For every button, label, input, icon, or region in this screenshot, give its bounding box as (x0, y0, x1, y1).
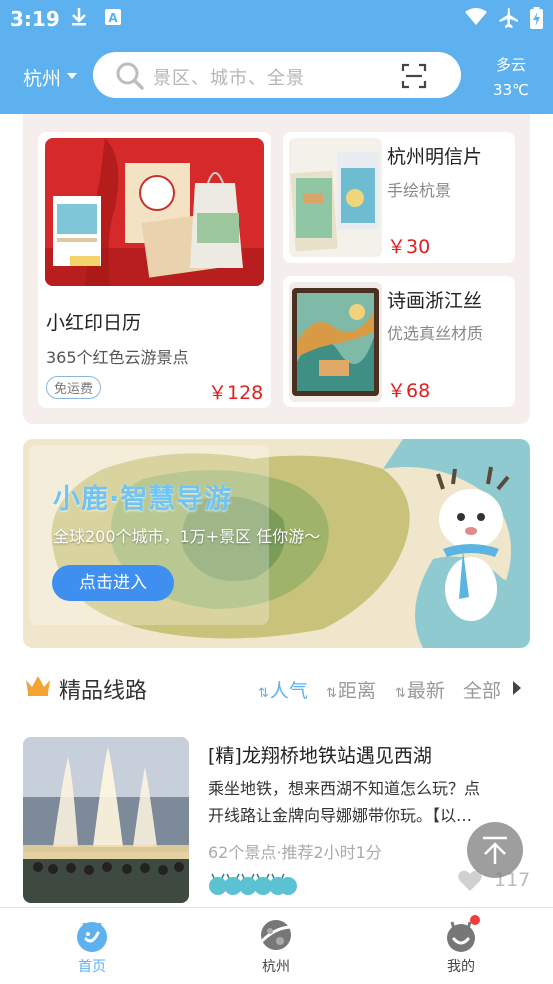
arrow-up-icon (483, 836, 507, 864)
search-placeholder: 景区、城市、全景 (153, 68, 305, 89)
featured-routes-header: 精品线路 ⇅人气 ⇅距离 ⇅最新 全部 (0, 665, 553, 709)
nav-label: 我的 (447, 959, 475, 975)
product-card[interactable]: 诗画浙江丝 优选真丝材质 ￥68 (283, 276, 515, 407)
sort-popularity[interactable]: ⇅人气 (258, 676, 308, 703)
battery-charging-icon (530, 7, 543, 33)
route-description: 乘坐地铁，想来西湖不知道怎么玩？点 开线路让金牌向导娜娜带你玩。【以… (208, 779, 481, 825)
banner-title: 小鹿·智慧导游 (53, 484, 233, 515)
airplane-icon (497, 7, 519, 33)
sort-newest[interactable]: ⇅最新 (395, 676, 445, 703)
sort-arrows-icon: ⇅ (326, 686, 337, 701)
route-image (23, 737, 189, 903)
weather-condition: 多云 (495, 56, 526, 74)
nav-home[interactable]: 首页 (32, 908, 152, 984)
product-title: 杭州明信片 (387, 146, 483, 168)
product-title: 诗画浙江丝 (387, 290, 483, 312)
product-price: ￥128 (208, 382, 264, 404)
product-image (289, 282, 382, 402)
sort-arrows-icon: ⇅ (258, 686, 269, 701)
scan-icon[interactable] (401, 63, 427, 93)
status-time: 3:19 (10, 7, 60, 31)
deer-home-icon (74, 917, 110, 957)
search-input[interactable]: 景区、城市、全景 (93, 52, 461, 98)
product-price: ￥68 (387, 380, 431, 402)
product-image (45, 138, 264, 286)
wifi-icon (464, 7, 488, 31)
sort-arrows-icon: ⇅ (395, 686, 406, 701)
product-title: 小红印日历 (46, 312, 142, 334)
download-icon (70, 7, 88, 31)
keyboard-a-icon: A (104, 7, 122, 31)
section-title: 精品线路 (59, 679, 148, 704)
planet-icon (258, 917, 294, 957)
filter-all[interactable]: 全部 (463, 676, 501, 703)
enter-button[interactable]: 点击进入 (52, 565, 174, 601)
product-subtitle: 365个红色云游景点 (46, 348, 189, 367)
nav-label: 首页 (78, 959, 106, 975)
crown-icon (24, 673, 52, 701)
banner-subtitle: 全球200个城市，1万+景区 任你游～ (53, 527, 321, 546)
nav-label: 杭州 (262, 959, 290, 975)
weather-widget[interactable]: 多云 33℃ (480, 53, 542, 103)
caret-right-icon[interactable] (513, 681, 521, 695)
product-image (289, 138, 382, 257)
nav-profile[interactable]: 我的 (401, 908, 521, 984)
product-price: ￥30 (387, 236, 431, 258)
product-card[interactable]: 小红印日历 365个红色云游景点 免运费 ￥128 (38, 132, 271, 408)
products-panel: 小红印日历 365个红色云游景点 免运费 ￥128 杭州明信片 手绘杭景 ￥30 (23, 114, 530, 424)
product-subtitle: 手绘杭景 (387, 181, 452, 200)
status-bar: 3:19 A (0, 0, 553, 38)
free-shipping-badge: 免运费 (46, 376, 102, 399)
nav-city[interactable]: 杭州 (216, 908, 336, 984)
back-to-top-button[interactable] (467, 822, 523, 878)
route-list-item[interactable]: [精]龙翔桥地铁站遇见西湖 乘坐地铁，想来西湖不知道怎么玩？点 开线路让金牌向导… (0, 730, 553, 908)
notification-dot (470, 915, 480, 925)
chevron-down-icon[interactable] (67, 73, 77, 79)
search-icon (115, 61, 145, 95)
guide-banner[interactable]: 小鹿·智慧导游 全球200个城市，1万+景区 任你游～ 点击进入 (23, 439, 530, 648)
sort-distance[interactable]: ⇅距离 (326, 676, 376, 703)
weather-temperature: 33℃ (493, 81, 529, 99)
product-subtitle: 优选真丝材质 (387, 324, 484, 343)
top-bar: 3:19 A 杭州 景区、城市、全景 多云 33℃ (0, 0, 553, 114)
svg-text:A: A (108, 11, 118, 25)
route-meta: 62个景点·推荐2小时1分 (208, 843, 382, 862)
route-title: [精]龙翔桥地铁站遇见西湖 (208, 745, 432, 767)
rating-deer-icons (208, 872, 298, 902)
product-card[interactable]: 杭州明信片 手绘杭景 ￥30 (283, 132, 515, 263)
city-selector[interactable]: 杭州 (23, 64, 61, 91)
